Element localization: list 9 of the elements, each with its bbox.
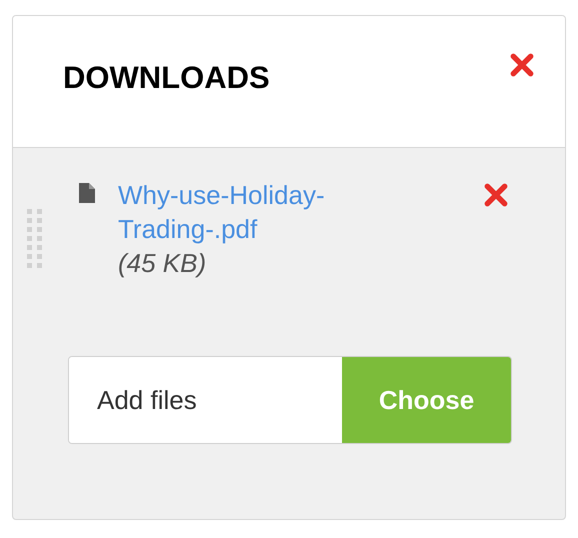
file-icon (79, 183, 95, 203)
close-icon[interactable] (509, 52, 535, 78)
close-icon[interactable] (483, 182, 509, 208)
file-size: (45 KB) (118, 247, 208, 280)
file-link[interactable]: Why-use-Holiday-Trading-.pdf (118, 178, 378, 246)
drag-handle-icon[interactable] (26, 208, 44, 268)
panel-title: DOWNLOADS (63, 59, 270, 97)
upload-field[interactable]: Add files Choose (68, 356, 512, 444)
choose-button[interactable]: Choose (342, 357, 511, 443)
